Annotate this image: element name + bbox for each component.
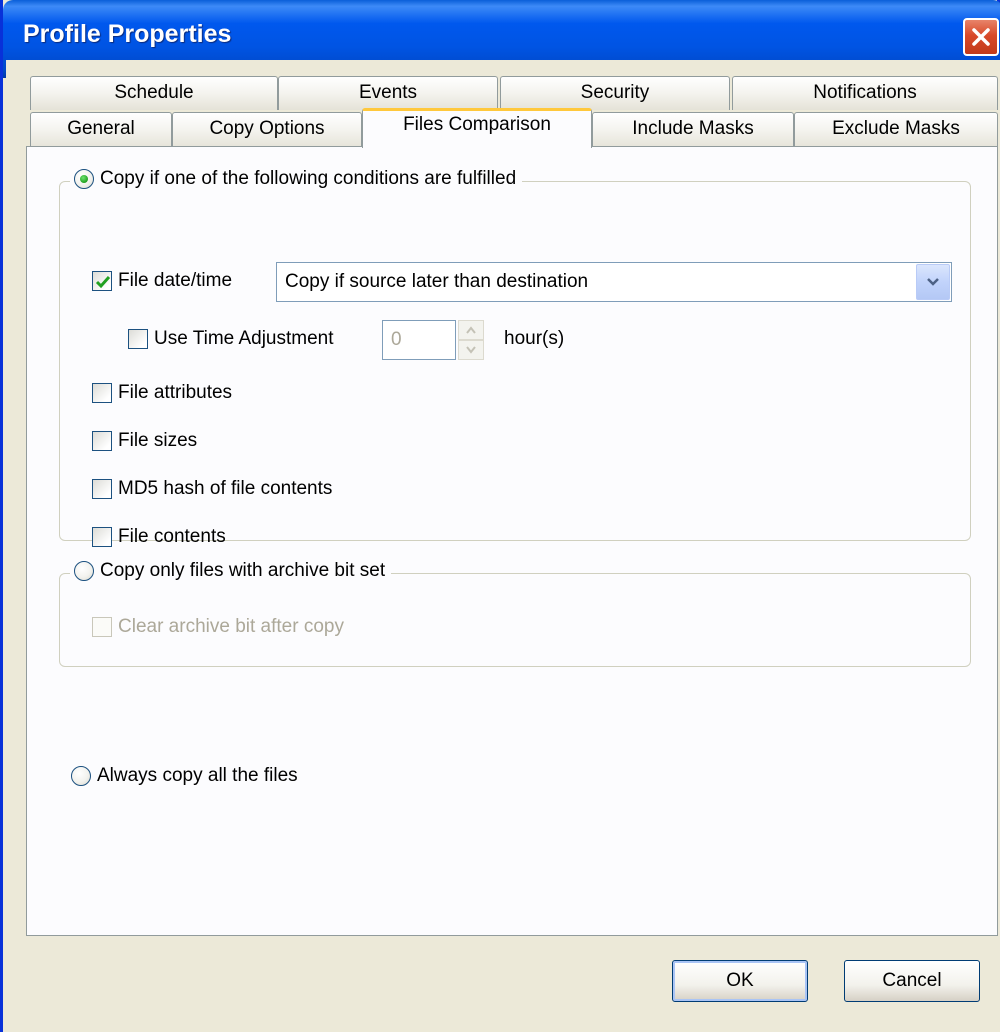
checkbox-disabled[interactable] [92,617,112,637]
dropdown-button[interactable] [916,264,950,300]
always-copy-label: Always copy all the files [97,765,298,786]
checkbox-unchecked[interactable] [92,383,112,403]
tab-label: Exclude Masks [832,118,960,139]
checkbox-unchecked[interactable] [92,431,112,451]
cancel-button[interactable]: Cancel [844,960,980,1002]
tab-files-comparison[interactable]: Files Comparison [362,108,592,148]
files-comparison-panel: Copy if one of the following conditions … [26,146,998,936]
dialog-window: Profile Properties Schedule Events Secur… [0,0,1000,1032]
archive-group: Copy only files with archive bit set Cle… [59,560,971,667]
window-title: Profile Properties [23,20,232,48]
close-icon [972,28,990,46]
time-adjustment-label: Use Time Adjustment [154,328,334,349]
time-unit-label: hour(s) [504,328,565,349]
radio-button[interactable] [74,561,94,581]
file-sizes-label: File sizes [118,430,198,451]
arrow-down-icon [466,346,476,354]
archive-radio[interactable]: Copy only files with archive bit set [70,560,392,582]
md5-hash-checkbox[interactable]: MD5 hash of file contents [92,478,332,500]
file-sizes-checkbox[interactable]: File sizes [92,430,197,452]
datetime-mode-value: Copy if source later than destination [285,271,589,292]
tab-exclude-masks[interactable]: Exclude Masks [794,112,998,148]
tab-label: General [67,118,135,139]
file-contents-label: File contents [118,526,226,547]
checkbox-unchecked[interactable] [92,479,112,499]
tab-schedule[interactable]: Schedule [30,76,278,110]
datetime-mode-select[interactable]: Copy if source later than destination [276,262,952,302]
time-adjustment-checkbox[interactable]: Use Time Adjustment [128,328,334,350]
checkmark-icon [95,276,111,289]
time-adjustment-input[interactable]: 0 [382,320,456,360]
dialog-body: Schedule Events Security Notifications G… [6,60,1000,1032]
file-contents-checkbox[interactable]: File contents [92,526,226,548]
tab-label: Copy Options [209,118,325,139]
close-button[interactable] [963,18,999,56]
tab-general[interactable]: General [30,112,172,148]
md5-hash-label: MD5 hash of file contents [118,478,333,499]
conditions-radio-label: Copy if one of the following conditions … [100,168,517,189]
time-adjustment-spinner[interactable] [458,320,484,360]
tab-label: Notifications [813,82,917,103]
ok-button[interactable]: OK [672,960,808,1002]
file-datetime-checkbox[interactable]: File date/time [92,270,232,292]
checkbox-unchecked[interactable] [92,527,112,547]
radio-button-selected[interactable] [74,169,94,189]
tab-label: Security [580,82,650,103]
tab-label: Schedule [114,82,194,103]
always-copy-radio[interactable]: Always copy all the files [71,765,298,787]
radio-button[interactable] [71,766,91,786]
checkbox-unchecked[interactable] [128,329,148,349]
archive-radio-label: Copy only files with archive bit set [100,560,386,581]
tab-label: Files Comparison [403,114,551,135]
tab-label: Events [358,82,418,103]
clear-archive-bit-checkbox[interactable]: Clear archive bit after copy [92,616,344,638]
file-attributes-checkbox[interactable]: File attributes [92,382,232,404]
conditions-radio[interactable]: Copy if one of the following conditions … [70,168,523,190]
tab-notifications[interactable]: Notifications [732,76,998,110]
tab-copy-options[interactable]: Copy Options [172,112,362,148]
file-datetime-label: File date/time [118,270,233,291]
tab-events[interactable]: Events [278,76,498,110]
conditions-group: Copy if one of the following conditions … [59,168,971,547]
file-attributes-label: File attributes [118,382,233,403]
tab-label: Include Masks [632,118,754,139]
tab-include-masks[interactable]: Include Masks [592,112,794,148]
chevron-down-icon [927,278,939,286]
tab-security[interactable]: Security [500,76,730,110]
spin-up-button[interactable] [458,320,484,340]
arrow-up-icon [466,326,476,334]
checkbox-checked[interactable] [92,271,112,291]
spin-down-button[interactable] [458,340,484,360]
clear-archive-bit-label: Clear archive bit after copy [118,616,344,637]
